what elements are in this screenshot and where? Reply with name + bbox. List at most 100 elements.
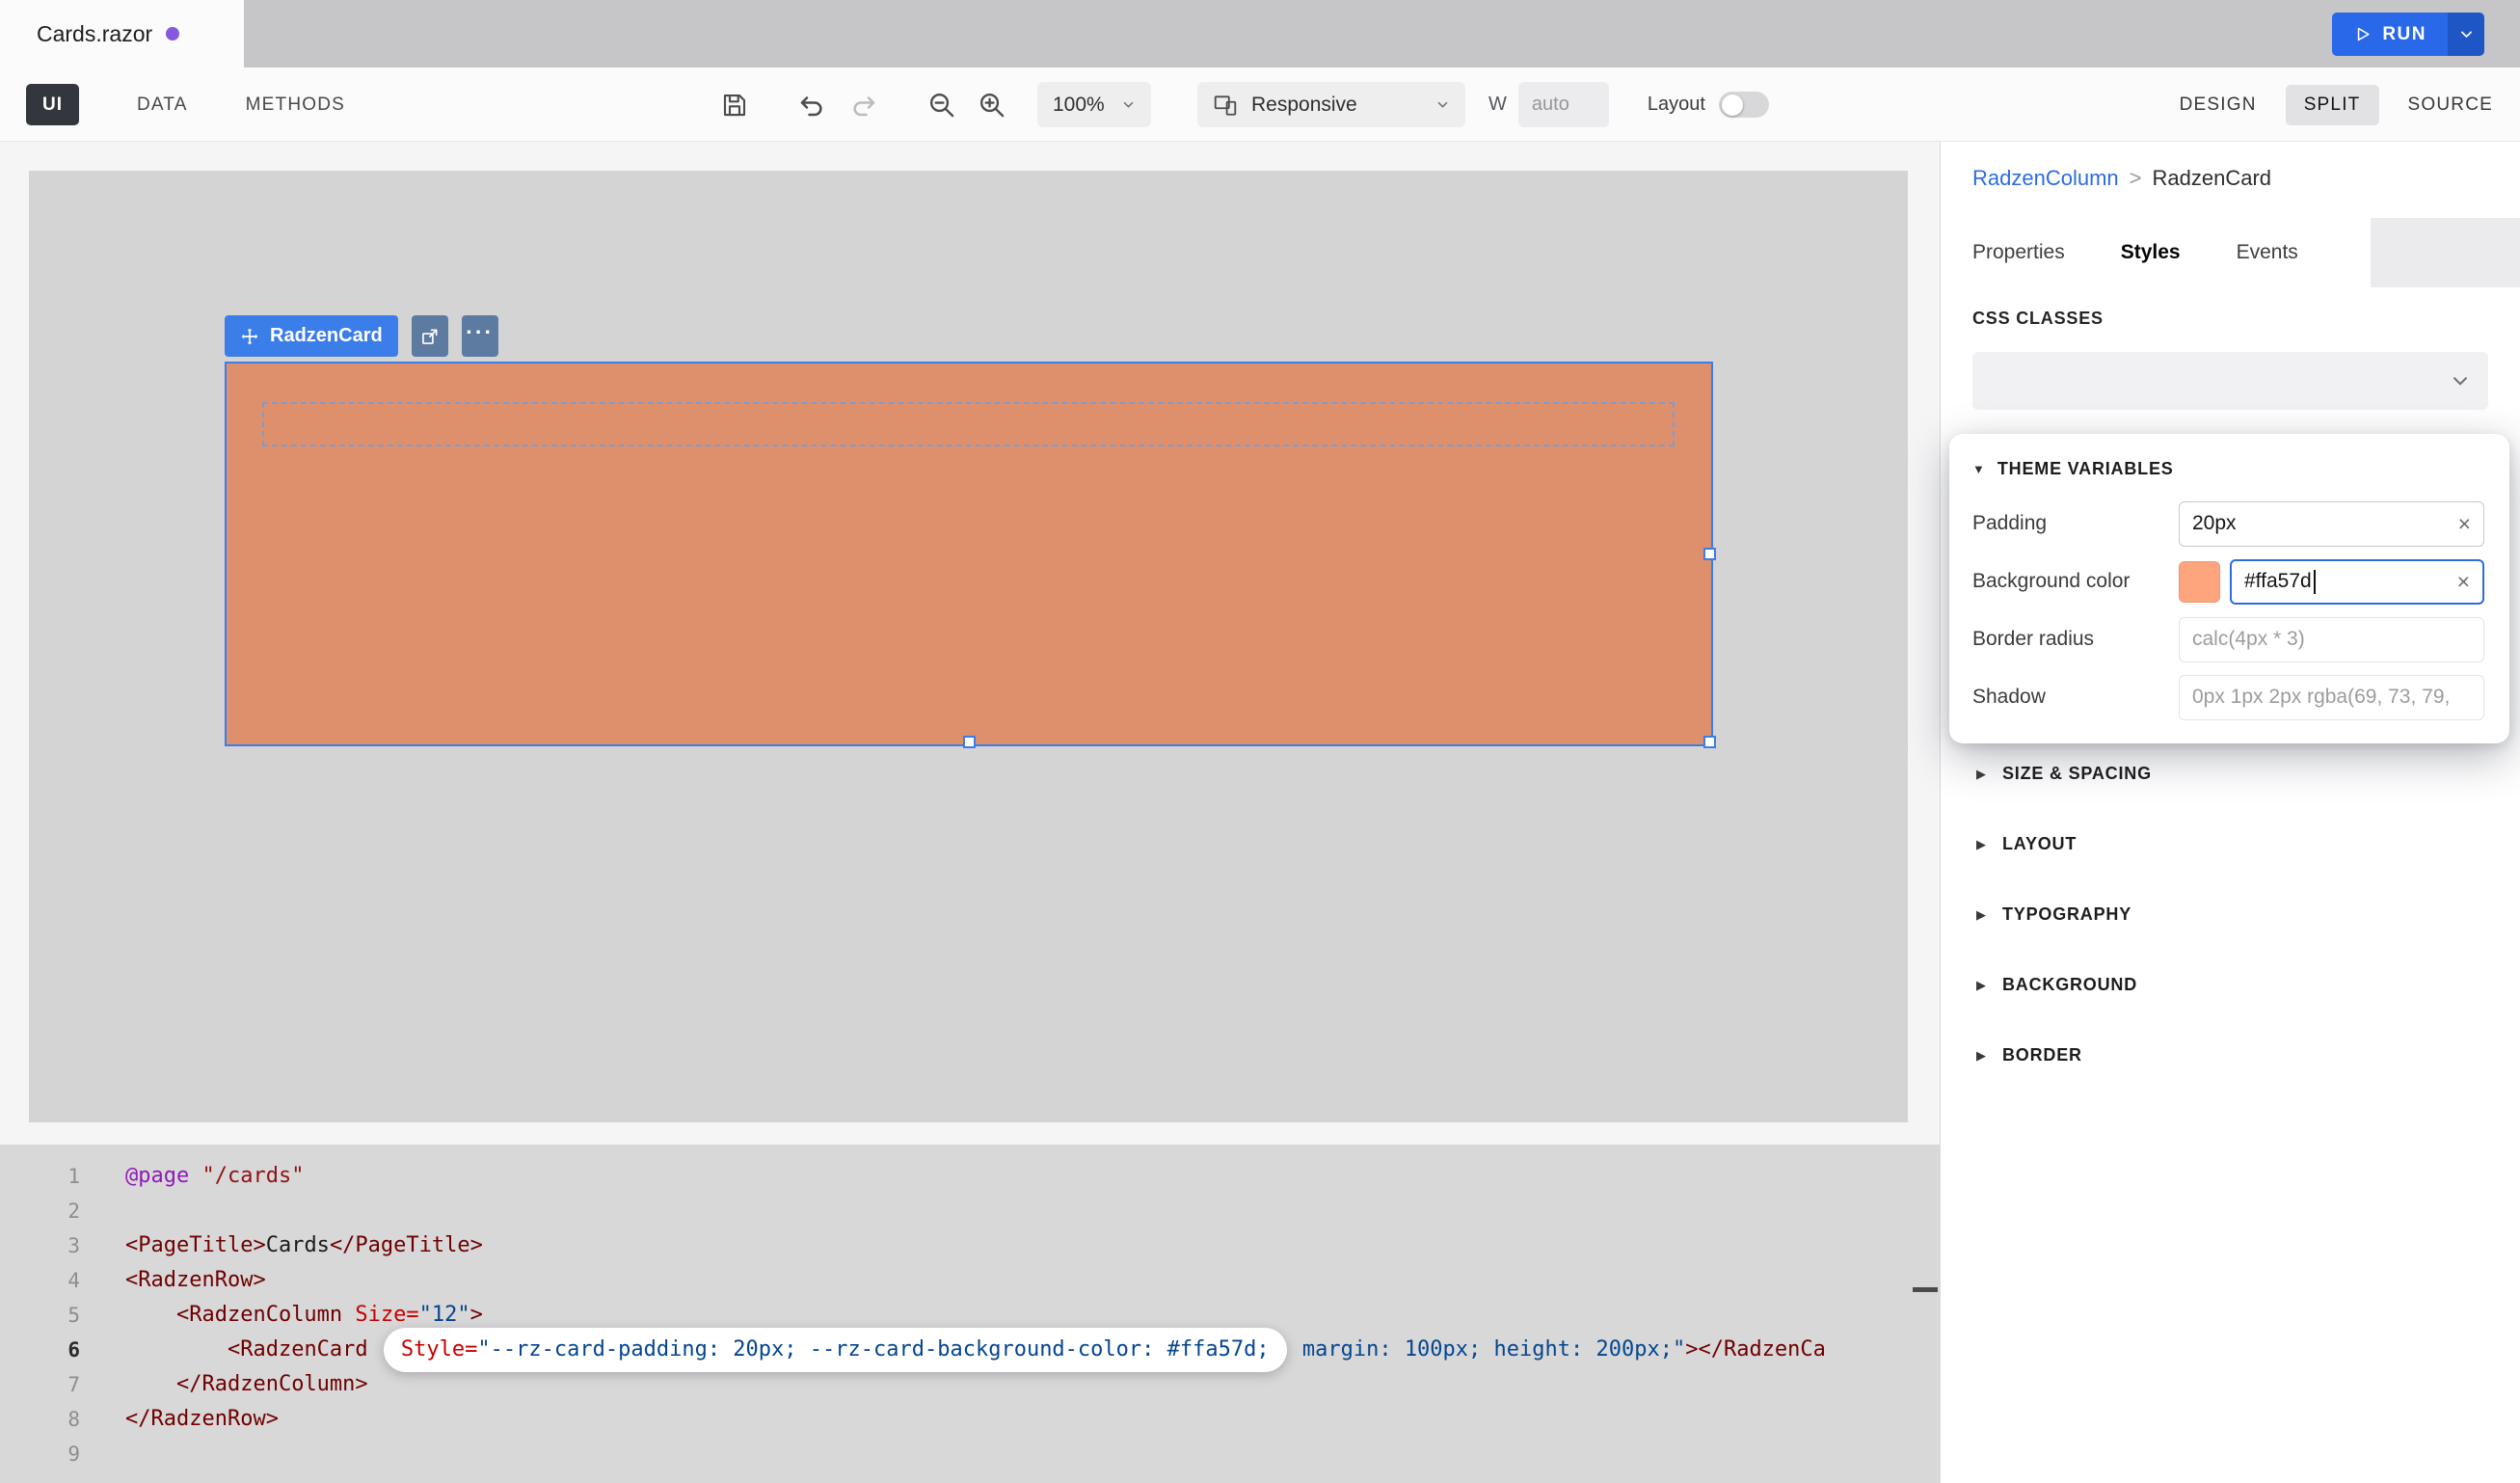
toggle-knob (1722, 94, 1743, 116)
theme-variables-title: THEME VARIABLES (1997, 459, 2174, 479)
code-token: "12" (419, 1303, 470, 1327)
caret-right-icon: ▶ (1976, 978, 1986, 993)
code-token: "/cards" (201, 1164, 304, 1188)
code-token: </RadzenColumn> (176, 1372, 368, 1396)
theme-variables-header[interactable]: ▼ THEME VARIABLES (1972, 459, 2484, 479)
border-radius-row: Border radius calc(4px * 3) (1972, 610, 2484, 668)
code-token: = (465, 1337, 477, 1362)
code-token: ></RadzenCa (1685, 1337, 1826, 1362)
zoom-out-button[interactable] (920, 84, 962, 126)
view-mode-source[interactable]: SOURCE (2408, 94, 2494, 116)
line-number: 4 (0, 1269, 80, 1292)
selected-component-label: RadzenCard (270, 325, 383, 347)
more-options-button[interactable]: ··· (462, 315, 498, 357)
style-sections: ▶ SIZE & SPACING ▶ LAYOUT ▶ TYPOGRAPHY ▶… (1941, 739, 2520, 1091)
padding-value: 20px (2192, 512, 2237, 535)
padding-label: Padding (1972, 512, 2047, 535)
code-token: </RadzenRow> (125, 1407, 279, 1431)
undo-button[interactable] (791, 84, 833, 126)
line-number: 2 (0, 1200, 80, 1223)
code-line: 8</RadzenRow> (0, 1402, 1940, 1437)
section-border[interactable]: ▶ BORDER (1941, 1020, 2520, 1091)
unsaved-indicator-dot (166, 27, 179, 40)
breadcrumb-parent-link[interactable]: RadzenColumn (1972, 166, 2119, 191)
tab-styles[interactable]: Styles (2121, 241, 2181, 264)
code-token: <RadzenRow> (125, 1268, 266, 1292)
shadow-value: 0px 1px 2px rgba(69, 73, 79, (2192, 686, 2450, 709)
edit-in-popup-button[interactable] (412, 315, 448, 357)
section-typography[interactable]: ▶ TYPOGRAPHY (1941, 879, 2520, 950)
css-classes-select[interactable] (1972, 352, 2488, 410)
tab-data[interactable]: DATA (137, 94, 188, 116)
caret-right-icon: ▶ (1976, 837, 1986, 852)
section-size-spacing[interactable]: ▶ SIZE & SPACING (1941, 739, 2520, 809)
border-radius-input[interactable]: calc(4px * 3) (2179, 617, 2484, 662)
color-swatch[interactable] (2179, 561, 2220, 603)
resize-handle-bottom[interactable] (963, 736, 976, 748)
width-label: W (1488, 94, 1507, 116)
tab-methods[interactable]: METHODS (246, 94, 345, 116)
layout-toggle[interactable] (1719, 92, 1769, 118)
design-canvas[interactable]: RadzenCard ··· (29, 171, 1908, 1122)
code-lines: 1@page "/cards"23<PageTitle>Cards</PageT… (0, 1159, 1940, 1471)
chevron-down-icon (1435, 97, 1450, 112)
code-token: Style (401, 1337, 465, 1362)
width-input[interactable] (1518, 82, 1609, 127)
section-background[interactable]: ▶ BACKGROUND (1941, 950, 2520, 1020)
code-text: <PageTitle>Cards</PageTitle> (125, 1228, 483, 1263)
clear-background-button[interactable]: × (2450, 569, 2470, 595)
code-token: margin: 100px; height: 200px;" (1290, 1337, 1686, 1362)
responsive-device-icon (1213, 93, 1238, 118)
background-color-input[interactable]: #ffa57d × (2230, 559, 2484, 605)
run-dropdown-button[interactable] (2448, 13, 2484, 56)
run-button-group: RUN (2332, 13, 2484, 56)
resize-handle-right[interactable] (1703, 548, 1716, 560)
scrollbar-marker[interactable] (1913, 1287, 1938, 1292)
padding-input[interactable]: 20px × (2179, 501, 2484, 547)
code-line: 6 <RadzenCard Style="--rz-card-padding: … (0, 1333, 1940, 1367)
tab-ui[interactable]: UI (26, 84, 79, 125)
code-token: "--rz-card-padding: 20px; --rz-card-back… (477, 1337, 1269, 1362)
drop-placeholder[interactable] (262, 402, 1675, 446)
redo-button[interactable] (843, 84, 885, 126)
code-token (125, 1337, 228, 1362)
code-line: 2 (0, 1194, 1940, 1228)
code-text: </RadzenColumn> (125, 1367, 368, 1402)
text-cursor (2314, 570, 2316, 594)
theme-variables-panel: ▼ THEME VARIABLES Padding 20px × Backgro… (1949, 434, 2509, 743)
device-select[interactable]: Responsive (1197, 82, 1465, 127)
caret-down-icon: ▼ (1972, 462, 1985, 476)
clear-padding-button[interactable]: × (2451, 511, 2471, 537)
save-button[interactable] (713, 84, 756, 126)
inspector-tabs: Properties Styles Events (1941, 218, 2520, 287)
radzen-card[interactable] (225, 362, 1713, 746)
resize-handle-corner[interactable] (1703, 736, 1716, 748)
selection-toolbar: RadzenCard ··· (225, 315, 498, 357)
code-token (189, 1164, 201, 1188)
tab-properties[interactable]: Properties (1972, 241, 2065, 264)
view-mode-design[interactable]: DESIGN (2180, 94, 2257, 116)
zoom-in-button[interactable] (970, 84, 1012, 126)
code-text: </RadzenRow> (125, 1402, 279, 1437)
code-line: 1@page "/cards" (0, 1159, 1940, 1194)
view-mode-split[interactable]: SPLIT (2286, 85, 2379, 125)
run-button[interactable]: RUN (2332, 13, 2448, 56)
tab-events[interactable]: Events (2237, 241, 2298, 264)
code-editor[interactable]: 1@page "/cards"23<PageTitle>Cards</PageT… (0, 1145, 1940, 1483)
shadow-input[interactable]: 0px 1px 2px rgba(69, 73, 79, (2179, 675, 2484, 720)
line-number: 9 (0, 1443, 80, 1466)
section-layout[interactable]: ▶ LAYOUT (1941, 809, 2520, 879)
file-tab[interactable]: Cards.razor (0, 0, 244, 67)
code-token: Cards (266, 1233, 330, 1257)
move-icon (240, 327, 259, 346)
code-line: 4 <RadzenRow> (0, 1263, 1940, 1298)
css-classes-label: CSS CLASSES (1972, 309, 2520, 329)
zoom-level-select[interactable]: 100% (1037, 82, 1151, 127)
property-inspector: RadzenColumn > RadzenCard Properties Sty… (1940, 142, 2520, 1483)
selected-component-badge[interactable]: RadzenCard (225, 315, 398, 357)
breadcrumb: RadzenColumn > RadzenCard (1972, 166, 2520, 191)
border-radius-label: Border radius (1972, 628, 2094, 651)
code-token: @page (125, 1164, 189, 1188)
chevron-down-icon (2450, 370, 2471, 391)
breadcrumb-current: RadzenCard (2153, 166, 2272, 191)
